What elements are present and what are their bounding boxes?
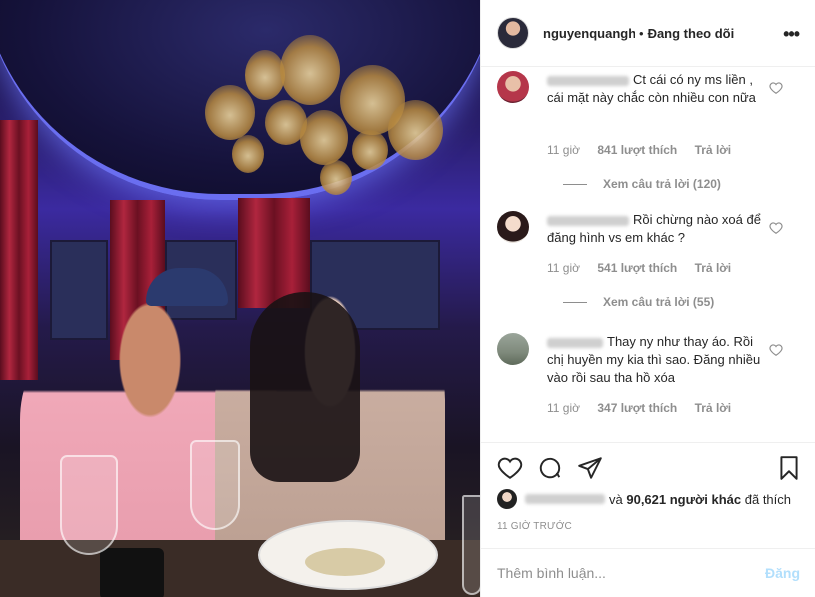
heart-icon[interactable] <box>769 81 783 95</box>
phone <box>100 548 164 597</box>
comment-input[interactable] <box>497 565 765 581</box>
lamp <box>280 35 340 105</box>
likes-summary[interactable]: và 90,621 người khác đã thích <box>497 489 791 509</box>
lamp <box>205 85 255 140</box>
reply-button[interactable]: Trả lời <box>695 143 732 157</box>
lamp <box>232 135 264 173</box>
comment-text-block: Ct cái có ny ms liền , cái mặt này chắc … <box>547 71 762 107</box>
likes-prefix: và <box>609 491 623 507</box>
wine-glass <box>462 495 480 595</box>
bookmark-icon[interactable] <box>776 455 802 481</box>
following-button[interactable]: Đang theo dõi <box>648 26 735 41</box>
comment-time: 11 giờ <box>547 261 580 275</box>
post-photo[interactable] <box>0 0 480 597</box>
heart-icon[interactable] <box>497 455 523 481</box>
reply-button[interactable]: Trả lời <box>695 261 732 275</box>
comment-time: 11 giờ <box>547 401 580 415</box>
wine-glass <box>60 455 118 555</box>
likes-count[interactable]: 90,621 người khác <box>626 492 741 507</box>
post-button[interactable]: Đăng <box>765 565 800 581</box>
curtain <box>0 120 38 380</box>
avatar <box>497 489 517 509</box>
wine-glass <box>190 440 240 530</box>
lamp <box>388 100 443 160</box>
avatar[interactable] <box>497 71 529 103</box>
heart-icon[interactable] <box>769 221 783 235</box>
comment-likes[interactable]: 541 lượt thích <box>597 261 677 275</box>
view-replies-label: Xem câu trả lời (55) <box>603 295 715 309</box>
lamp <box>352 130 388 170</box>
comment-meta: 11 giờ 541 lượt thích Trả lời <box>547 261 745 275</box>
lamp <box>300 110 348 165</box>
replies-divider <box>563 183 587 185</box>
post-header: nguyenquanghai1: • Đang theo dõi ••• <box>481 0 815 67</box>
likes-suffix: đã thích <box>744 491 792 507</box>
reply-button[interactable]: Trả lời <box>695 401 732 415</box>
username[interactable]: nguyenquanghai1: <box>543 26 635 41</box>
comments-list[interactable]: Ct cái có ny ms liền , cái mặt này chắc … <box>481 67 815 442</box>
comment-time: 11 giờ <box>547 143 580 157</box>
share-icon[interactable] <box>577 455 603 481</box>
post-actions: và 90,621 người khác đã thích 11 GIỜ TRƯ… <box>481 442 815 548</box>
comment-meta: 11 giờ 347 lượt thích Trả lời <box>547 401 745 415</box>
heart-icon[interactable] <box>769 343 783 357</box>
add-comment-bar: Đăng <box>481 548 815 597</box>
view-replies-label: Xem câu trả lời (120) <box>603 177 721 191</box>
comment-icon[interactable] <box>537 455 563 481</box>
separator-dot: • <box>639 25 644 41</box>
view-replies-button[interactable]: Xem câu trả lời (120) <box>563 177 721 191</box>
view-replies-button[interactable]: Xem câu trả lời (55) <box>563 295 714 309</box>
lamp <box>245 50 285 100</box>
lamp <box>320 160 352 195</box>
soup <box>305 548 385 576</box>
comment-likes[interactable]: 841 lượt thích <box>597 143 677 157</box>
post-time[interactable]: 11 GIỜ TRƯỚC <box>497 521 572 532</box>
comment-username-blurred[interactable] <box>547 215 629 226</box>
avatar[interactable] <box>497 333 529 365</box>
comment-username-blurred[interactable] <box>547 75 629 86</box>
avatar[interactable] <box>497 211 529 243</box>
avatar[interactable] <box>497 17 529 49</box>
more-horizontal-icon[interactable]: ••• <box>783 24 800 45</box>
comment-likes[interactable]: 347 lượt thích <box>597 401 677 415</box>
comment-text-block: Thay ny như thay áo. Rồi chị huyền my ki… <box>547 333 762 387</box>
hair <box>250 292 360 482</box>
comment-username-blurred[interactable] <box>547 337 603 348</box>
comment-text-block: Rồi chừng nào xoá để đăng hình vs em khá… <box>547 211 762 247</box>
post-sidebar: nguyenquanghai1: • Đang theo dõi ••• Ct … <box>480 0 815 597</box>
replies-divider <box>563 301 587 303</box>
liker-username-blurred[interactable] <box>525 494 605 504</box>
comment-meta: 11 giờ 841 lượt thích Trả lời <box>547 143 745 157</box>
